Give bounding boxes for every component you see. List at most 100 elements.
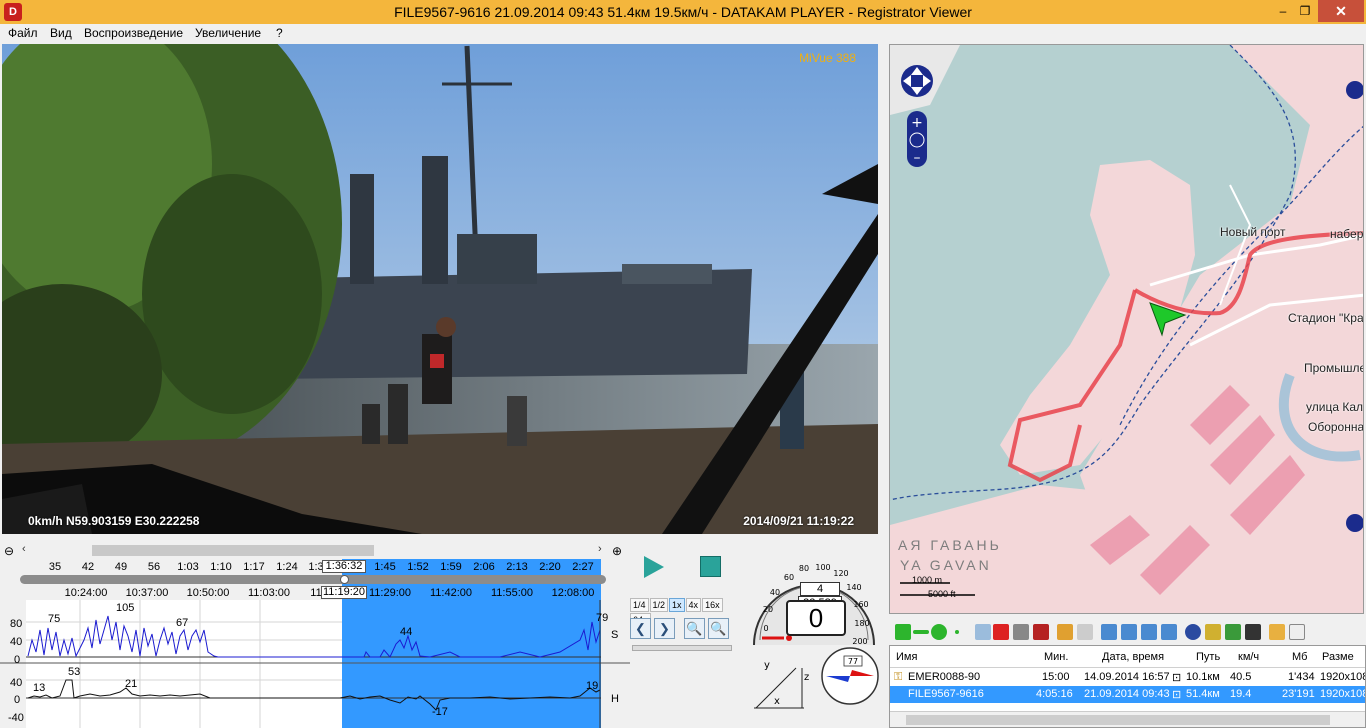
play-button[interactable] bbox=[644, 556, 664, 578]
timeline-panel: ⊖ ‹ › ⊕ 35 42 49 56 1:03 1:10 1:17 1:24 … bbox=[0, 540, 630, 728]
col-name[interactable]: Имя bbox=[896, 651, 917, 663]
timeline-knob[interactable] bbox=[340, 575, 349, 584]
svg-text:40: 40 bbox=[770, 588, 780, 597]
menu-zoom[interactable]: Увеличение bbox=[195, 26, 261, 40]
tick: 49 bbox=[114, 561, 128, 573]
timeline-scroll-left[interactable]: ‹ bbox=[22, 543, 26, 555]
height-graph-tag: H bbox=[611, 693, 619, 705]
timeline-scrollbar[interactable] bbox=[92, 545, 374, 556]
file-list-header: Имя Мин. Дата, время Путь км/ч Мб Разме bbox=[890, 646, 1365, 668]
gps-icon: ⊡ bbox=[1172, 672, 1182, 684]
next-frame-button[interactable]: ❯ bbox=[654, 618, 675, 639]
map-label-gavan-ru: АЯ ГАВАНЬ bbox=[898, 537, 1002, 553]
svg-text:180: 180 bbox=[854, 619, 869, 628]
prev-frame-button[interactable]: ❮ bbox=[630, 618, 651, 639]
tick: 2:06 bbox=[473, 561, 495, 573]
timeline-ruler: 35 42 49 56 1:03 1:10 1:17 1:24 1:3 1:45… bbox=[20, 559, 600, 575]
save-icon[interactable] bbox=[1013, 624, 1029, 640]
menu-playback[interactable]: Воспроизведение bbox=[84, 26, 183, 40]
col-size[interactable]: Разме bbox=[1322, 651, 1354, 663]
tick: 1:52 bbox=[407, 561, 429, 573]
map-label-stadium: Стадион "Кра bbox=[1288, 311, 1364, 325]
map-label-new-port: Новый порт bbox=[1220, 225, 1286, 239]
svg-text:120: 120 bbox=[833, 569, 848, 578]
clock-label: 10:37:00 bbox=[125, 587, 169, 599]
file-list-scrollbar[interactable] bbox=[890, 711, 1365, 727]
dot-icon[interactable] bbox=[955, 630, 959, 634]
key-icon[interactable] bbox=[1057, 624, 1073, 640]
scale-meters: 1000 m bbox=[912, 575, 943, 585]
timeline-zoom-out-icon[interactable]: ⊖ bbox=[4, 544, 14, 558]
scrollbar-thumb[interactable] bbox=[906, 715, 1330, 725]
video-frame[interactable]: MiVue 388 0km/h N59.903159 E30.222258 20… bbox=[2, 44, 878, 534]
cell-speed: 40.5 bbox=[1230, 671, 1252, 683]
menu-view[interactable]: Вид bbox=[50, 26, 72, 40]
remove-icon[interactable] bbox=[913, 630, 929, 634]
copy-icon[interactable] bbox=[975, 624, 991, 640]
window-fit-icon[interactable] bbox=[1121, 624, 1137, 640]
globe-icon[interactable] bbox=[1185, 624, 1201, 640]
window-tile-icon[interactable] bbox=[1161, 624, 1177, 640]
tick: 35 bbox=[48, 561, 62, 573]
export-icon[interactable] bbox=[1033, 624, 1049, 640]
col-mb[interactable]: Мб bbox=[1292, 651, 1307, 663]
file-list: Имя Мин. Дата, время Путь км/ч Мб Разме … bbox=[889, 645, 1366, 728]
telemetry-graphs[interactable] bbox=[0, 600, 630, 728]
playback-position: 1:36:32 bbox=[322, 560, 366, 573]
zoom-in-button[interactable]: 🔍 bbox=[708, 618, 729, 639]
col-path[interactable]: Путь bbox=[1196, 651, 1220, 663]
add-icon[interactable] bbox=[895, 624, 911, 640]
cell-size: 1920x108 bbox=[1320, 671, 1366, 683]
speed-1x[interactable]: 1x bbox=[669, 598, 685, 612]
speed-half[interactable]: 1/2 bbox=[649, 598, 669, 612]
film-icon[interactable] bbox=[1245, 624, 1261, 640]
col-minutes[interactable]: Мин. bbox=[1044, 651, 1068, 663]
clock-label: 11:03:00 bbox=[247, 587, 291, 599]
title-bar: D FILE9567-9616 21.09.2014 09:43 51.4км … bbox=[0, 0, 1366, 24]
zoom-out-button[interactable]: 🔍 bbox=[684, 618, 705, 639]
folder-icon[interactable] bbox=[1269, 624, 1285, 640]
cell-minutes: 4:05:16 bbox=[1036, 688, 1073, 700]
menu-help[interactable]: ? bbox=[276, 26, 283, 40]
image-icon[interactable] bbox=[1225, 624, 1241, 640]
menu-file[interactable]: Файл bbox=[8, 26, 38, 40]
window-stack-icon[interactable] bbox=[1141, 624, 1157, 640]
table-row[interactable]: ⚿ EMER0088-90 15:00 14.09.2014 16:57 ⊡ 1… bbox=[890, 669, 1365, 686]
col-datetime[interactable]: Дата, время bbox=[1102, 651, 1164, 663]
speed-4x[interactable]: 4x bbox=[685, 598, 702, 612]
stop-button[interactable] bbox=[700, 556, 721, 577]
speed-peak: 105 bbox=[116, 602, 135, 614]
delete-icon[interactable] bbox=[993, 624, 1009, 640]
volume-slider[interactable] bbox=[632, 645, 732, 651]
clock-label: 11:29:00 bbox=[368, 587, 412, 599]
timeline-track[interactable] bbox=[20, 575, 606, 584]
window-add-icon[interactable] bbox=[1101, 624, 1117, 640]
maximize-button[interactable]: ❐ bbox=[1290, 0, 1320, 22]
svg-text:–: – bbox=[914, 150, 921, 166]
table-row[interactable]: FILE9567-9616 4:05:16 21.09.2014 09:43 ⊡… bbox=[890, 686, 1365, 703]
compass-heading: 77 bbox=[848, 657, 858, 666]
svg-text:100: 100 bbox=[815, 563, 830, 572]
speed-peak: 75 bbox=[48, 613, 61, 625]
cut-icon[interactable] bbox=[1077, 624, 1093, 640]
cell-minutes: 15:00 bbox=[1042, 671, 1070, 683]
refresh-icon[interactable] bbox=[931, 624, 947, 640]
timeline-scroll-right[interactable]: › bbox=[598, 543, 602, 555]
axis-y: y bbox=[764, 660, 770, 671]
speed-quarter[interactable]: 1/4 bbox=[630, 598, 649, 612]
speed-peak: 79 bbox=[596, 612, 609, 624]
speed-axis-0: 0 bbox=[14, 654, 21, 666]
speed-16x[interactable]: 16x bbox=[702, 598, 723, 612]
map-view[interactable]: + – Новый порт набер Стадион "Кра Промыш… bbox=[889, 44, 1364, 614]
tick: 2:20 bbox=[539, 561, 561, 573]
clock-label: 11 bbox=[310, 587, 322, 599]
close-button[interactable]: ✕ bbox=[1318, 0, 1364, 22]
speedometer-panel: 0 20 40 60 80 100 120 140 160 180 200 y z x bbox=[744, 540, 884, 728]
chart-icon[interactable] bbox=[1205, 624, 1221, 640]
col-speed[interactable]: км/ч bbox=[1238, 651, 1259, 663]
current-clock-time: 11:19:20 bbox=[321, 586, 367, 599]
cell-datetime: 21.09.2014 09:43 bbox=[1084, 688, 1170, 700]
document-icon[interactable] bbox=[1289, 624, 1305, 640]
axis-x: x bbox=[774, 696, 780, 707]
timeline-zoom-in-icon[interactable]: ⊕ bbox=[612, 544, 622, 558]
